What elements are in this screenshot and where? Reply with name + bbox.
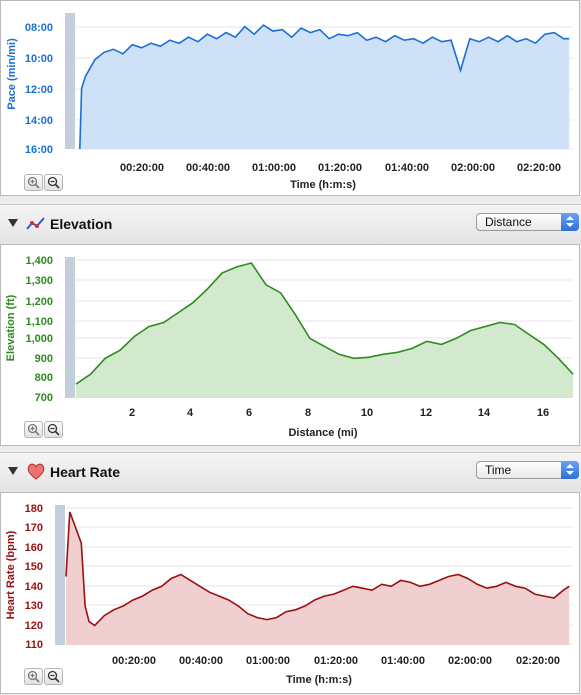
select-arrows-icon — [561, 213, 579, 231]
pace-x-tick: 02:20:00 — [517, 162, 561, 174]
pace-x-tick: 01:00:00 — [252, 162, 296, 174]
elevation-axis-select-value: Distance — [485, 215, 532, 229]
pace-y-axis-label: Pace (min/mi) — [6, 38, 18, 110]
elevation-y-tick: 700 — [35, 392, 53, 404]
elevation-section-title: Elevation — [50, 216, 113, 232]
elevation-chart: Elevation (ft) 1,400 1,300 1,200 1,100 1… — [5, 255, 574, 439]
heart-rate-x-tick: 02:20:00 — [516, 655, 560, 667]
elevation-y-tick: 1,300 — [25, 275, 53, 287]
heart-rate-x-tick: 00:40:00 — [179, 655, 223, 667]
elevation-x-tick: 8 — [305, 407, 311, 419]
heart-rate-section-title: Heart Rate — [50, 464, 121, 480]
pace-x-tick: 01:20:00 — [318, 162, 362, 174]
collapse-triangle-icon[interactable] — [8, 467, 18, 475]
heart-rate-x-tick: 01:40:00 — [381, 655, 425, 667]
pace-x-tick: 00:40:00 — [186, 162, 230, 174]
pace-scroll-strip[interactable] — [65, 13, 75, 149]
heart-rate-y-tick: 160 — [25, 542, 43, 554]
heart-rate-x-tick: 01:20:00 — [314, 655, 358, 667]
elevation-x-tick: 16 — [537, 407, 549, 419]
heart-rate-axis-select-value: Time — [485, 463, 512, 477]
pace-x-tick: 01:40:00 — [385, 162, 429, 174]
pace-zoom-in-button[interactable] — [24, 174, 43, 191]
zoom-out-icon — [47, 670, 60, 683]
heart-rate-area — [66, 511, 570, 645]
elevation-y-ticks: 1,400 1,300 1,200 1,100 1,000 900 800 70… — [25, 255, 53, 404]
heart-rate-x-axis-label: Time (h:m:s) — [286, 674, 352, 686]
elevation-x-tick: 4 — [187, 407, 194, 419]
elevation-y-tick: 1,400 — [25, 255, 53, 267]
elevation-x-tick: 6 — [246, 407, 252, 419]
zoom-out-icon — [47, 423, 60, 436]
elevation-zoom-out-button[interactable] — [44, 421, 63, 438]
pace-y-tick: 16:00 — [25, 144, 53, 156]
pace-y-tick: 14:00 — [25, 115, 53, 127]
elevation-y-axis-label: Elevation (ft) — [5, 294, 17, 361]
pace-chart: Pace (min/mi) 08:00 10:00 12:00 14:00 16… — [6, 13, 573, 191]
pace-y-tick: 10:00 — [25, 53, 53, 65]
pace-x-tick: 00:20:00 — [120, 162, 164, 174]
pace-y-tick: 08:00 — [25, 22, 53, 34]
heart-rate-y-tick: 180 — [25, 503, 43, 515]
heart-rate-y-tick: 110 — [25, 639, 43, 651]
pace-x-axis-label: Time (h:m:s) — [290, 179, 356, 191]
pace-zoom-out-button[interactable] — [44, 174, 63, 191]
heart-rate-section-header: Heart Rate Time — [0, 452, 581, 492]
heart-rate-y-tick: 120 — [25, 620, 43, 632]
pace-y-ticks: 08:00 10:00 12:00 14:00 16:00 — [25, 22, 53, 156]
elevation-x-tick: 12 — [420, 407, 432, 419]
elevation-x-tick: 10 — [361, 407, 373, 419]
elevation-chart-icon — [26, 217, 45, 230]
elevation-y-tick: 1,000 — [25, 333, 53, 345]
elevation-x-tick: 14 — [478, 407, 491, 419]
pace-chart-panel: Pace (min/mi) 08:00 10:00 12:00 14:00 16… — [0, 0, 580, 196]
heart-rate-y-tick: 170 — [25, 522, 43, 534]
elevation-y-tick: 800 — [35, 372, 53, 384]
heart-rate-chart-panel: Heart Rate (bpm) 180 170 160 150 140 130… — [0, 492, 580, 694]
zoom-in-icon — [27, 670, 40, 683]
heart-rate-x-tick: 02:00:00 — [448, 655, 492, 667]
pace-x-ticks: 00:20:00 00:40:00 01:00:00 01:20:00 01:4… — [120, 162, 561, 174]
select-arrows-icon — [561, 461, 579, 479]
pace-y-tick: 12:00 — [25, 84, 53, 96]
elevation-x-ticks: 2 4 6 8 10 12 14 16 — [129, 407, 549, 419]
heart-rate-scroll-strip[interactable] — [55, 505, 65, 645]
pace-x-tick: 02:00:00 — [451, 162, 495, 174]
heart-rate-zoom-in-button[interactable] — [24, 668, 43, 685]
heart-rate-zoom-out-button[interactable] — [44, 668, 63, 685]
heart-rate-y-tick: 140 — [25, 581, 43, 593]
heart-rate-y-tick: 130 — [25, 600, 43, 612]
elevation-section-header: Elevation Distance — [0, 204, 581, 244]
heart-rate-y-tick: 150 — [25, 561, 43, 573]
elevation-chart-panel: Elevation (ft) 1,400 1,300 1,200 1,100 1… — [0, 244, 580, 446]
heart-rate-x-tick: 01:00:00 — [246, 655, 290, 667]
elevation-zoom-in-button[interactable] — [24, 421, 43, 438]
zoom-in-icon — [27, 423, 40, 436]
heart-rate-x-tick: 00:20:00 — [112, 655, 156, 667]
zoom-in-icon — [27, 176, 40, 189]
zoom-out-icon — [47, 176, 60, 189]
heart-rate-y-ticks: 180 170 160 150 140 130 120 110 — [25, 503, 43, 651]
elevation-y-tick: 900 — [35, 353, 53, 365]
heart-rate-x-ticks: 00:20:00 00:40:00 01:00:00 01:20:00 01:4… — [112, 655, 560, 667]
heart-rate-chart: Heart Rate (bpm) 180 170 160 150 140 130… — [5, 503, 573, 686]
elevation-x-axis-label: Distance (mi) — [288, 427, 357, 439]
heart-icon — [27, 463, 45, 480]
heart-rate-y-axis-label: Heart Rate (bpm) — [5, 530, 17, 619]
heart-rate-axis-select[interactable]: Time — [476, 461, 579, 479]
elevation-scroll-strip[interactable] — [65, 257, 75, 398]
elevation-axis-select[interactable]: Distance — [476, 213, 579, 231]
collapse-triangle-icon[interactable] — [8, 219, 18, 227]
elevation-x-tick: 2 — [129, 407, 135, 419]
elevation-area — [76, 263, 573, 398]
elevation-y-tick: 1,100 — [25, 316, 53, 328]
elevation-y-tick: 1,200 — [25, 296, 53, 308]
